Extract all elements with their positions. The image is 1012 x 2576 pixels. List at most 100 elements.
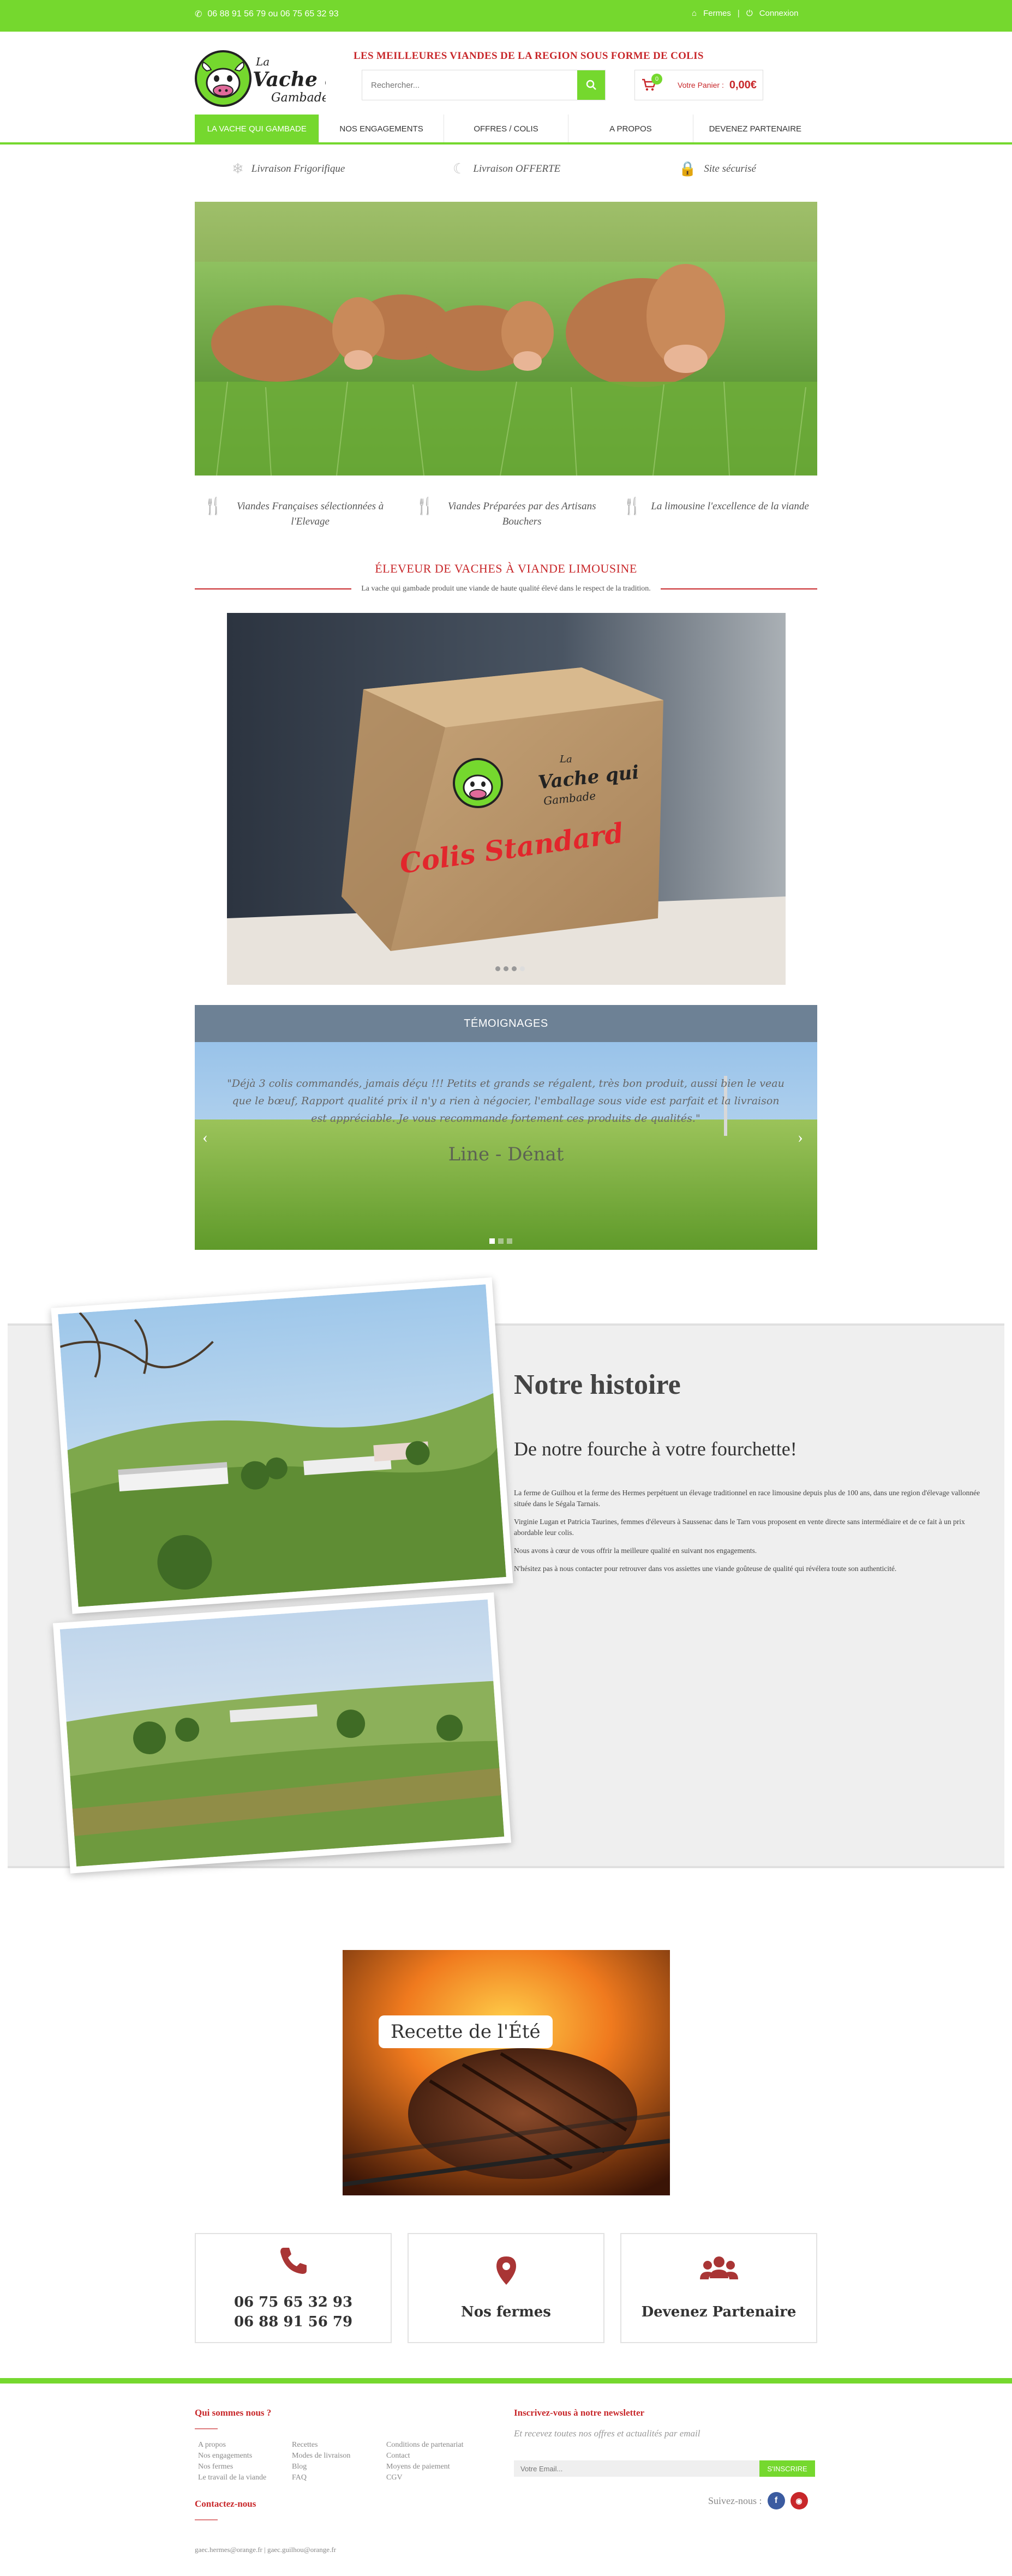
- histoire-title: Notre histoire: [514, 1369, 681, 1400]
- nav-item-la-vache-qui-gambade[interactable]: LA VACHE QUI GAMBADE: [195, 115, 320, 143]
- nav-underline: [0, 142, 1012, 145]
- cart-amount: 0,00€: [729, 79, 757, 91]
- svg-text:La: La: [255, 55, 270, 68]
- footer-title-underline: [195, 2428, 218, 2429]
- footer-link[interactable]: Recettes: [289, 2440, 376, 2451]
- histoire-text: La ferme de Guilhou et la ferme des Herm…: [514, 1488, 989, 1581]
- chevron-left-icon[interactable]: ‹: [202, 1128, 208, 1147]
- footer-link[interactable]: Moyens de paiement: [383, 2461, 492, 2472]
- phone-icon: ✆: [195, 10, 202, 19]
- svg-text:Vache qui: Vache qui: [253, 68, 326, 91]
- footer-link[interactable]: Conditions de partenariat: [383, 2440, 492, 2451]
- footer-link[interactable]: Nos engagements: [195, 2451, 282, 2461]
- newsletter-email-input[interactable]: [514, 2460, 759, 2477]
- phone-contact-box[interactable]: 06 75 65 32 93 06 88 91 56 79: [195, 2233, 392, 2343]
- slider-dot[interactable]: [507, 1238, 512, 1244]
- topbar-phone: ✆ 06 88 91 56 79 ou 06 75 65 32 93: [195, 9, 339, 20]
- histoire-paragraph: La ferme de Guilhou et la ferme des Herm…: [514, 1489, 980, 1508]
- cart-widget[interactable]: 0 Votre Panier : 0,00€: [634, 70, 763, 100]
- cart-count-badge: 0: [651, 74, 662, 85]
- testimonials-title: TÉMOIGNAGES: [195, 1005, 817, 1042]
- feature-viandes-francaises: 🍴 Viandes Françaises sélectionnées à l'E…: [203, 497, 388, 529]
- nav-item-offres-colis[interactable]: OFFRES / COLIS: [444, 115, 569, 143]
- svg-text:Gambade: Gambade: [271, 91, 326, 105]
- phone-icon: [280, 2248, 307, 2274]
- topbar-phone-text: 06 88 91 56 79 ou 06 75 65 32 93: [207, 9, 339, 19]
- testimonials-section: TÉMOIGNAGES "Déjà 3 colis commandés, jam…: [195, 1005, 817, 1250]
- testimonial-dots: [489, 1238, 512, 1244]
- farm-photo-1: [51, 1277, 513, 1614]
- feature-label: Viandes Préparées par des Artisans Bouch…: [447, 501, 596, 527]
- footer-emails[interactable]: gaec.hermes@orange.fr | gaec.guilhou@ora…: [195, 2545, 336, 2554]
- topbar-connexion-link[interactable]: Connexion: [759, 9, 799, 18]
- footer-top-line: [0, 2378, 1012, 2384]
- footer-col-1: A propos Nos engagements Nos fermes Le t…: [195, 2440, 282, 2483]
- footer-link[interactable]: Nos fermes: [195, 2461, 282, 2472]
- footer-link[interactable]: CGV: [383, 2472, 492, 2483]
- testimonial-author: Line - Dénat: [448, 1143, 564, 1165]
- colis-logo-top: La: [560, 754, 572, 765]
- phone-number-2: 06 88 91 56 79: [233, 2314, 353, 2330]
- footer-link[interactable]: Le travail de la viande: [195, 2472, 282, 2483]
- chevron-right-icon[interactable]: ›: [798, 1128, 803, 1147]
- moon-icon: ☾: [453, 161, 466, 177]
- site-logo[interactable]: La Vache qui Gambade: [195, 47, 360, 110]
- search-button[interactable]: [577, 70, 605, 100]
- slider-dot[interactable]: [498, 1238, 504, 1244]
- footer-col-2: Recettes Modes de livraison Blog FAQ: [289, 2440, 376, 2483]
- recette-banner[interactable]: Recette de l'Été: [343, 1950, 670, 2195]
- search-input[interactable]: [362, 70, 577, 100]
- snowflake-icon: ❄: [232, 161, 244, 177]
- nav-item-devenez-partenaire[interactable]: DEVENEZ PARTENAIRE: [693, 115, 817, 143]
- feature-label: Livraison Frigorifique: [251, 163, 345, 174]
- partenaire-contact-box[interactable]: Devenez Partenaire: [620, 2233, 817, 2343]
- footer-qui-title: Qui sommes nous ?: [195, 2408, 272, 2418]
- slider-dots: [495, 966, 525, 971]
- instagram-icon[interactable]: ◉: [790, 2492, 808, 2509]
- footer-link[interactable]: FAQ: [289, 2472, 376, 2483]
- facebook-icon[interactable]: f: [767, 2492, 785, 2509]
- slider-dot[interactable]: [489, 1238, 495, 1244]
- recette-label: Recette de l'Été: [379, 2015, 553, 2048]
- footer-link[interactable]: Contact: [383, 2451, 492, 2461]
- slider-dot[interactable]: [495, 966, 500, 971]
- feature-label: Site sécurisé: [704, 163, 756, 174]
- slider-dot[interactable]: [520, 966, 525, 971]
- colis-slider: La Vache qui Gambade Colis Standard: [227, 613, 786, 985]
- fork-knife-icon: 🍴: [622, 497, 643, 515]
- feature-site-securise: 🔒 Site sécurisé: [679, 161, 756, 177]
- eleveur-heading: ÉLEVEUR DE VACHES À VIANDE LIMOUSINE: [375, 562, 637, 575]
- feature-artisans-bouchers: 🍴 Viandes Préparées par des Artisans Bou…: [415, 498, 600, 529]
- newsletter-subtitle: Et recevez toutes nos offres et actualit…: [514, 2428, 700, 2439]
- search-bar: [362, 70, 606, 100]
- colis-logo: [451, 756, 505, 813]
- fermes-contact-box[interactable]: Nos fermes: [408, 2233, 604, 2343]
- topbar-fermes-link[interactable]: Fermes: [703, 9, 731, 18]
- newsletter-title: Inscrivez-vous à notre newsletter: [514, 2408, 645, 2418]
- footer-link[interactable]: A propos: [195, 2440, 282, 2451]
- histoire-paragraph: Nous avons à cœur de vous offrir la meil…: [514, 1546, 757, 1555]
- fork-knife-icon: 🍴: [203, 497, 224, 515]
- phone-number-1: 06 75 65 32 93: [233, 2294, 353, 2310]
- social-links: Suivez-nous : f ◉: [708, 2492, 808, 2509]
- follow-label: Suivez-nous :: [708, 2495, 762, 2506]
- testimonial-quote: "Déjà 3 colis commandés, jamais déçu !!!…: [227, 1078, 785, 1124]
- search-icon: [586, 80, 596, 90]
- footer-contact-title: Contactez-nous: [195, 2499, 256, 2509]
- feature-livraison-offerte: ☾ Livraison OFFERTE: [453, 161, 560, 177]
- footer-col-3: Conditions de partenariat Contact Moyens…: [383, 2440, 492, 2483]
- eleveur-subtitle-text: La vache qui gambade produit une viande …: [351, 585, 661, 593]
- slider-dot[interactable]: [504, 966, 508, 971]
- histoire-paragraph: N'hésitez pas à nous contacter pour retr…: [514, 1564, 897, 1573]
- histoire-paragraph: Virginie Lugan et Patricia Taurines, fem…: [514, 1518, 965, 1537]
- footer-link[interactable]: Blog: [289, 2461, 376, 2472]
- header-tagline: LES MEILLEURES VIANDES DE LA REGION SOUS…: [354, 50, 704, 62]
- nav-item-a-propos[interactable]: A PROPOS: [568, 115, 693, 143]
- eleveur-subtitle: La vache qui gambade produit une viande …: [195, 585, 817, 593]
- slider-dot[interactable]: [512, 966, 517, 971]
- footer-link[interactable]: Modes de livraison: [289, 2451, 376, 2461]
- users-icon: [699, 2256, 738, 2279]
- nav-item-nos-engagements[interactable]: NOS ENGAGEMENTS: [319, 115, 444, 143]
- newsletter-subscribe-button[interactable]: S'INSCRIRE: [759, 2460, 815, 2477]
- map-pin-icon: [496, 2256, 516, 2285]
